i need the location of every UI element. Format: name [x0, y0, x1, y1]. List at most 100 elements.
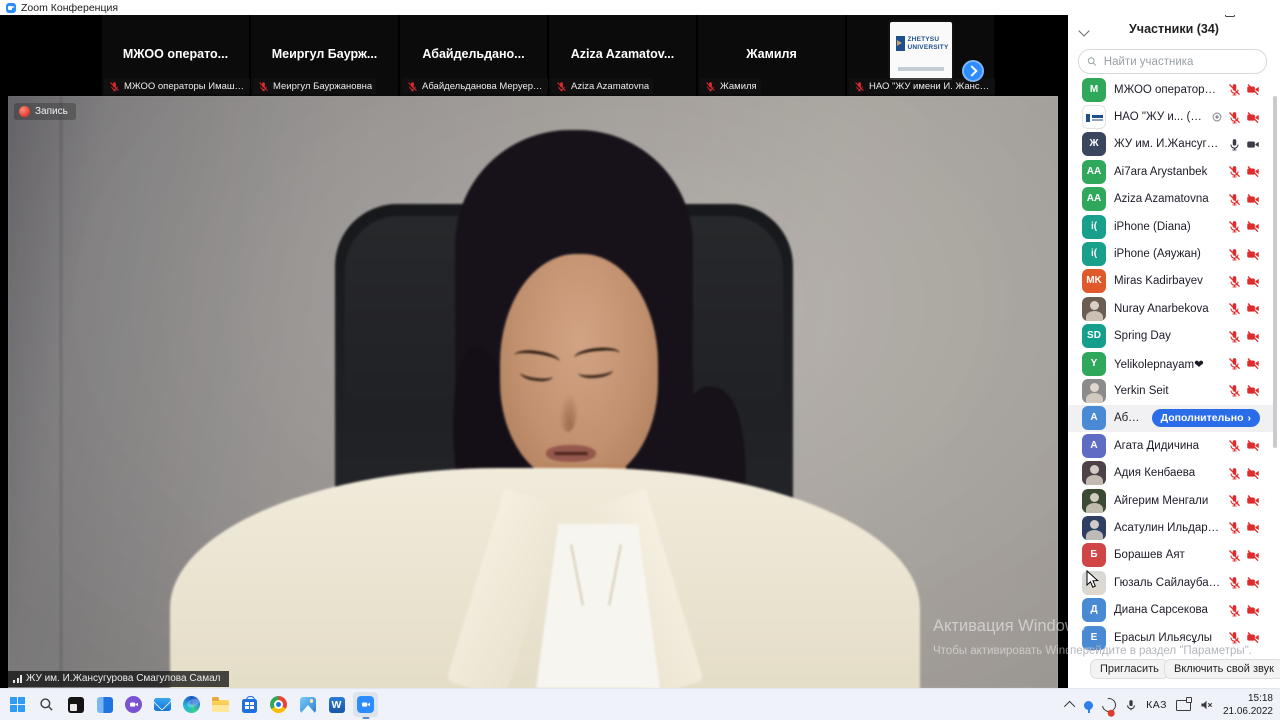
mic-muted-icon [1228, 357, 1241, 370]
recording-participant-icon [1211, 111, 1223, 123]
participant-row[interactable]: Nuray Anarbekova [1068, 295, 1273, 322]
participant-row[interactable]: ААгата Дидичина [1068, 432, 1273, 459]
taskbar-chrome-button[interactable] [266, 692, 291, 717]
mic-muted-icon [1228, 165, 1241, 178]
sync-icon[interactable] [1102, 698, 1116, 712]
camera-off-icon [1246, 631, 1260, 644]
scrollbar[interactable] [1273, 96, 1277, 448]
search-input[interactable] [1102, 55, 1258, 69]
taskbar-edge-button[interactable] [179, 692, 204, 717]
invite-button[interactable]: Пригласить [1090, 659, 1169, 679]
camera-off-icon [1246, 165, 1260, 178]
taskbar-apps: W [0, 692, 378, 717]
search-icon [1087, 56, 1097, 67]
panel-footer: Пригласить Включить свой звук [1068, 654, 1280, 688]
camera-off-icon [1246, 576, 1260, 589]
taskbar-task-view-button[interactable] [63, 692, 88, 717]
participant-row[interactable]: ДДиана Сарсекова [1068, 596, 1273, 623]
taskbar-snap-app-button[interactable] [92, 692, 117, 717]
store-icon [242, 699, 257, 713]
participant-name: Aziza Azamatovna [1114, 193, 1222, 205]
mic-muted-icon [705, 81, 715, 91]
participant-avatar [1082, 379, 1106, 403]
video-thumbnail[interactable]: Меиргул Баурж... Меиргул Бауржановна [251, 15, 400, 96]
camera-off-icon [1246, 83, 1260, 96]
participant-row[interactable]: Адия Кенбаева [1068, 459, 1273, 486]
next-page-button[interactable] [962, 60, 984, 82]
participant-name: МЖОО операторы Имаше... (Я) [1114, 84, 1222, 96]
participant-avatar: А [1082, 406, 1106, 430]
camera-off-icon [1246, 248, 1260, 261]
thumbnail-name: Жамиля [698, 47, 845, 61]
pin-icon[interactable] [1084, 701, 1093, 710]
chrome-icon [270, 696, 287, 713]
camera-off-icon [1246, 521, 1260, 534]
mic-muted-icon [1228, 302, 1241, 315]
display-icon[interactable] [1176, 700, 1191, 711]
camera-off-icon [1246, 549, 1260, 562]
participant-row[interactable]: ББорашев Аят [1068, 542, 1273, 569]
taskbar-store-button[interactable] [237, 692, 262, 717]
more-button[interactable]: Дополнительно › [1152, 409, 1260, 427]
taskbar-zoom-button[interactable] [353, 692, 378, 717]
participant-row[interactable]: i(iPhone (Аяужан) [1068, 240, 1273, 267]
taskbar-video-chat-app-button[interactable] [121, 692, 146, 717]
thumbnail-name: МЖОО операто... [102, 47, 249, 61]
taskbar-word-button[interactable]: W [324, 692, 349, 717]
unmute-button[interactable]: Включить свой звук [1164, 659, 1280, 679]
mic-muted-icon [1228, 439, 1241, 452]
participant-name: iPhone (Diana) [1114, 221, 1222, 233]
search-box[interactable] [1078, 49, 1267, 74]
taskbar-photos-button[interactable] [295, 692, 320, 717]
participant-avatar: Б [1082, 543, 1106, 567]
video-thumbnail[interactable]: МЖОО операто... МЖОО операторы Имашев... [102, 15, 251, 96]
zoom-app-icon [6, 3, 16, 13]
mic-muted-icon [1228, 494, 1241, 507]
video-thumbnail[interactable]: Жамиля Жамиля [698, 15, 847, 96]
volume-muted-icon[interactable] [1200, 699, 1214, 711]
participant-row[interactable]: SDSpring Day [1068, 323, 1273, 350]
camera-on-icon [1246, 138, 1260, 151]
taskbar-clock[interactable]: 15:18 21.06.2022 [1223, 692, 1277, 718]
taskbar-mail-button[interactable] [150, 692, 175, 717]
participant-name: iPhone (Аяужан) [1114, 248, 1222, 260]
participant-row[interactable]: Yerkin Seit [1068, 377, 1273, 404]
mic-muted-icon [1228, 384, 1241, 397]
start-icon [10, 697, 26, 713]
participant-name: Nuray Anarbekova [1114, 303, 1222, 315]
participant-row[interactable]: Асатулин Ильдар РЯЛ-411 [1068, 514, 1273, 541]
participant-row[interactable]: AAAi7ara Arystanbek [1068, 158, 1273, 185]
participant-row[interactable]: ММЖОО операторы Имаше... (Я) [1068, 76, 1273, 103]
audio-level-icon [13, 674, 22, 683]
mail-icon [154, 698, 171, 711]
participant-row[interactable]: MKMiras Kadirbayev [1068, 268, 1273, 295]
mic-muted-icon [1228, 549, 1241, 562]
taskbar-file-explorer-button[interactable] [208, 692, 233, 717]
mic-muted-icon [1228, 248, 1241, 261]
mic-muted-icon [1228, 275, 1241, 288]
thumbnail-name: Абайдельдано... [400, 47, 547, 61]
participant-row[interactable]: i(iPhone (Diana) [1068, 213, 1273, 240]
taskbar-search-button[interactable] [34, 692, 59, 717]
record-icon [19, 106, 30, 117]
video-thumbnail[interactable]: Aziza Azamatov... Aziza Azamatovna [549, 15, 698, 96]
photos-icon [300, 697, 316, 713]
video-chat-icon [125, 696, 142, 713]
taskbar-start-button[interactable] [5, 692, 30, 717]
mic-muted-icon [407, 81, 417, 91]
chevron-up-icon[interactable] [1067, 701, 1075, 709]
thumbnail-label: Меиргул Бауржановна [253, 78, 376, 94]
video-thumbnail[interactable]: Абайдельдано... Абайдельданова Меруерт К… [400, 15, 549, 96]
video-thumbnail[interactable]: ZHETYSUUNIVERSITY НАО "ЖУ имени И. Жансу… [847, 15, 996, 96]
camera-off-icon [1246, 604, 1260, 617]
language-indicator[interactable]: КАЗ [1146, 699, 1167, 711]
taskbar: W КАЗ 15:18 21.06.2022 [0, 688, 1280, 720]
mic-tray-icon[interactable] [1125, 699, 1137, 712]
participant-row[interactable]: ЖЖУ им. И.Жансугурова Смагул... [1068, 131, 1273, 158]
participant-row[interactable]: Айгерим Менгали [1068, 487, 1273, 514]
participant-row[interactable]: НАО "ЖУ и... (Организатор) [1068, 103, 1273, 130]
participant-row[interactable]: AAAziza Azamatovna [1068, 186, 1273, 213]
participant-row[interactable]: ААбайдельдано...Дополнительно › [1068, 405, 1273, 432]
camera-off-icon [1246, 302, 1260, 315]
participant-row[interactable]: YYelikolepnayam❤ [1068, 350, 1273, 377]
